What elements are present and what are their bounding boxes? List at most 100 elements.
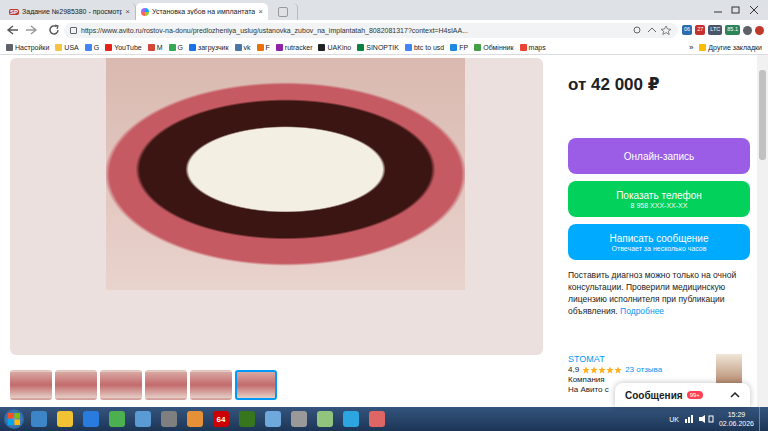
address-bar[interactable]: https://www.avito.ru/rostov-na-donu/pred… (64, 23, 678, 38)
bookmark[interactable]: FP (450, 44, 468, 51)
thumbnail[interactable] (100, 370, 142, 400)
tab-close[interactable]: × (258, 7, 263, 16)
bookmark-label: YouTube (114, 44, 142, 51)
bookmark[interactable]: F (257, 44, 270, 51)
action-button[interactable]: Показать телефон8 958 XXX-XX-XX (568, 181, 750, 217)
bookmark-icon (235, 44, 242, 51)
stars (582, 366, 622, 374)
taskbar-app[interactable] (314, 409, 336, 429)
clock[interactable]: 15:2902.06.2026 (719, 410, 754, 428)
bookmark[interactable]: G (85, 44, 99, 51)
seller-name[interactable]: STOMAT (568, 354, 662, 364)
bookmark-label: Настройки (15, 44, 49, 51)
taskbar-app[interactable] (28, 409, 50, 429)
bookmark[interactable]: UAKino (318, 44, 351, 51)
app-icon (57, 411, 73, 427)
star-icon (606, 366, 614, 374)
reviews-link[interactable]: 23 отзыва (625, 365, 662, 374)
window-controls-icon[interactable] (710, 4, 764, 16)
taskbar-app[interactable] (80, 409, 102, 429)
taskbar-app[interactable] (340, 409, 362, 429)
bookmark[interactable]: YouTube (105, 44, 142, 51)
bookmark[interactable]: rutracker (276, 44, 313, 51)
more-link[interactable]: Подробнее (620, 306, 664, 316)
extension-badge[interactable]: 85.1 (725, 25, 740, 35)
bookmark-label: SINOPTIK (366, 44, 399, 51)
bookmark-icon (276, 44, 283, 51)
scrollbar[interactable] (757, 55, 768, 407)
folder-icon (699, 44, 706, 51)
bookmark[interactable]: M (148, 44, 163, 51)
tray-icons-icon[interactable] (684, 414, 714, 424)
bookmark-icon (405, 44, 412, 51)
bookmark[interactable]: btc to usd (405, 44, 444, 51)
taskbar-app[interactable] (132, 409, 154, 429)
bookmark[interactable]: maps (520, 44, 546, 51)
toolbar: https://www.avito.ru/rostov-na-donu/pred… (0, 20, 768, 40)
scroll-thumb[interactable] (759, 70, 766, 160)
nav-arrows-icon[interactable] (4, 24, 44, 36)
taskbar-app[interactable]: 64 (210, 409, 232, 429)
app-icon (31, 411, 47, 427)
extension-badge[interactable]: LTC (708, 25, 722, 35)
taskbar-app[interactable] (262, 409, 284, 429)
extensions: 0627LTC85.1 (682, 25, 764, 35)
other-bookmarks[interactable]: Другие закладки (699, 44, 762, 51)
thumbnail[interactable] (55, 370, 97, 400)
browser-tab[interactable] (268, 3, 298, 20)
messages-popup[interactable]: Сообщения99+ (615, 383, 750, 407)
url-text: https://www.avito.ru/rostov-na-donu/pred… (81, 27, 628, 34)
action-buttons: Онлайн-запись Показать телефон8 958 XXX-X… (568, 138, 750, 260)
bookmark[interactable]: загрузчик (189, 44, 229, 51)
action-button[interactable]: Онлайн-запись (568, 138, 750, 174)
bookmark-icon (6, 44, 13, 51)
gallery[interactable] (10, 58, 543, 355)
taskbar-app[interactable] (184, 409, 206, 429)
bookmark[interactable]: Настройки (6, 44, 49, 51)
thumbnail[interactable] (235, 370, 277, 400)
button-label: Показать телефон (616, 190, 702, 201)
taskbar-app[interactable] (236, 409, 258, 429)
bookmark-icon (520, 44, 527, 51)
bookmark-label: Обмінник (483, 44, 513, 51)
thumbnail[interactable] (145, 370, 187, 400)
extension-badge[interactable]: 06 (682, 25, 692, 35)
taskbar-app[interactable] (366, 409, 388, 429)
rating-value: 4,9 (568, 365, 579, 374)
start-button[interactable] (4, 409, 24, 429)
browser-tab[interactable]: Установка зубов на имплантатах× (136, 3, 268, 20)
extension-icon[interactable] (743, 26, 752, 35)
bookmark-label: G (94, 44, 99, 51)
tab-favicon: SP (9, 9, 19, 15)
bookmark-label: UAKino (327, 44, 351, 51)
reload-icon[interactable] (48, 24, 60, 36)
browser-tab[interactable]: SPЗадание №2985380 - просмотр з× (4, 3, 136, 20)
thumbnail[interactable] (10, 370, 52, 400)
taskbar-app[interactable] (158, 409, 180, 429)
taskbar-app[interactable] (54, 409, 76, 429)
taskbar-app[interactable] (288, 409, 310, 429)
seller-avatar[interactable] (716, 354, 742, 384)
extension-badge[interactable]: 27 (695, 25, 705, 35)
bookmark[interactable]: USA (55, 44, 78, 51)
bookmark[interactable]: vk (235, 44, 251, 51)
bookmarks-more[interactable]: » (689, 43, 693, 52)
tab-close[interactable]: × (125, 7, 130, 16)
bookmark-icon (474, 44, 481, 51)
app-icon (83, 411, 99, 427)
show-desktop-button[interactable] (759, 407, 768, 431)
page-actions-icon[interactable] (632, 25, 672, 35)
taskbar-app[interactable] (106, 409, 128, 429)
bookmark[interactable]: SINOPTIK (357, 44, 399, 51)
bookmark[interactable]: G (169, 44, 183, 51)
language-indicator[interactable]: UK (669, 416, 679, 423)
bookmark[interactable]: Обмінник (474, 44, 513, 51)
taskbar-apps: 64 (28, 409, 665, 429)
listing-photo[interactable] (106, 58, 465, 290)
chevron-up-icon[interactable] (730, 391, 740, 399)
profile-icon[interactable] (755, 26, 764, 35)
thumbnail[interactable] (190, 370, 232, 400)
action-button[interactable]: Написать сообщениеОтвечает за несколько … (568, 224, 750, 260)
thumbnails (10, 370, 543, 400)
notice: Поставить диагноз можно только на очной … (568, 269, 750, 317)
